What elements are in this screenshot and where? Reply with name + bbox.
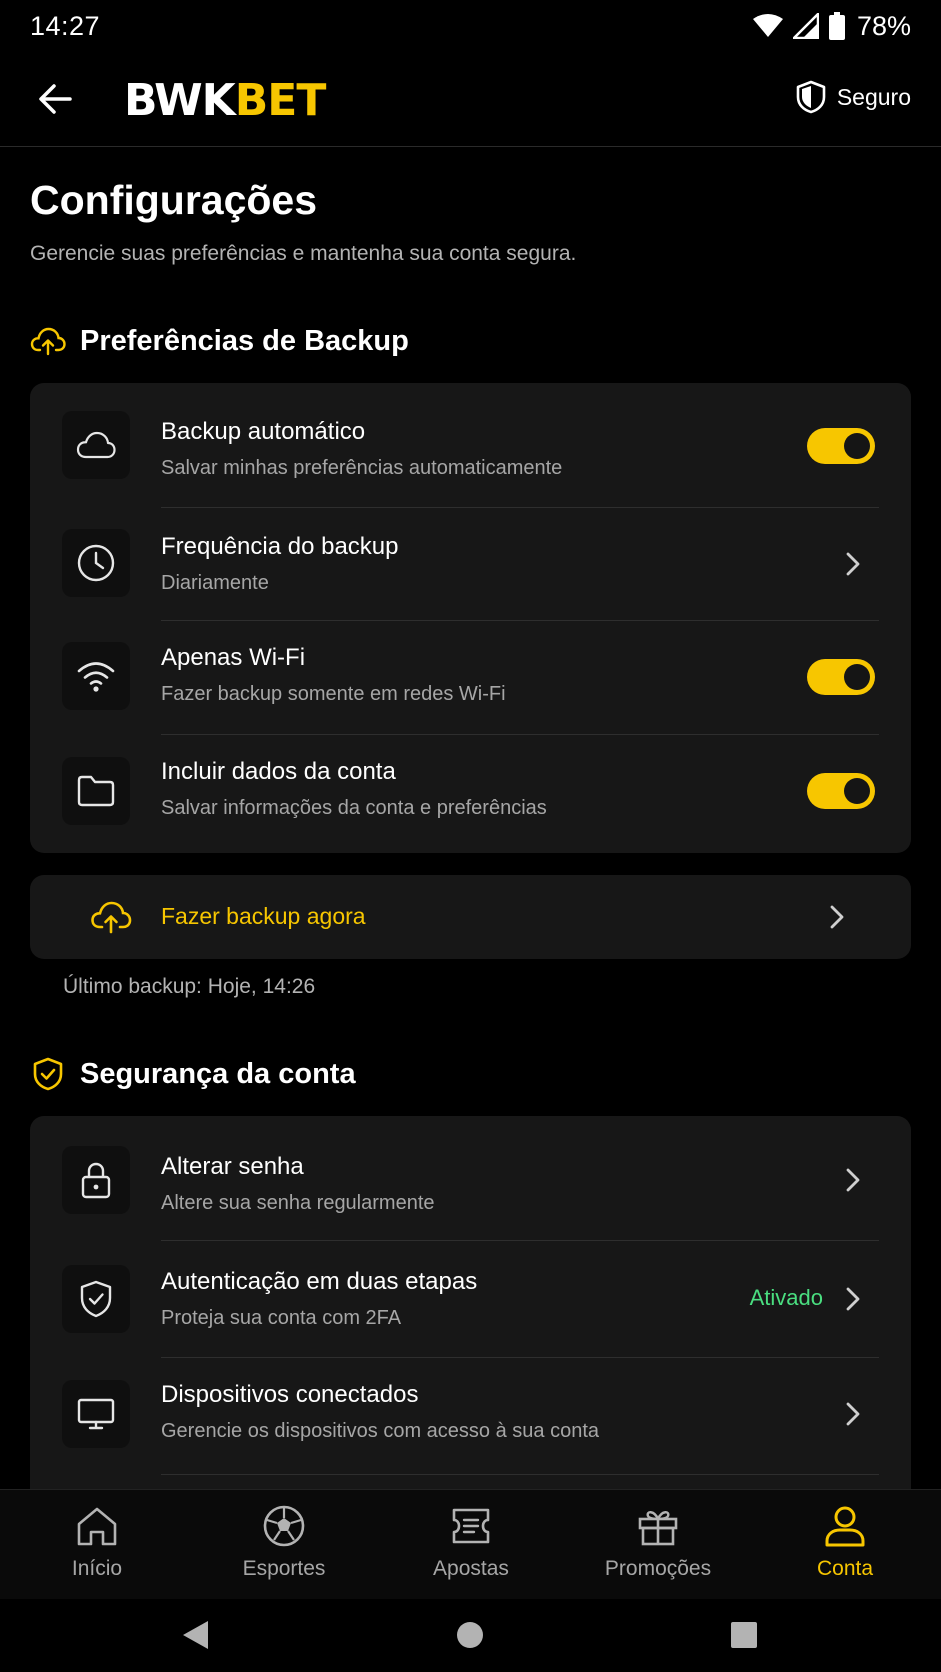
last-backup-text: Último backup: Hoje, 14:26 [63,975,316,998]
backup-frequency-row[interactable]: Frequência do backup Diariamente [30,508,911,620]
row-subtitle: Salvar informações da conta e preferênci… [161,797,547,819]
page-title: Configurações [30,177,318,223]
page-subtitle: Gerencie suas preferências e mantenha su… [30,242,577,265]
row-title: Dispositivos conectados [161,1381,419,1408]
status-time: 14:27 [30,10,101,41]
clock-icon [62,529,130,597]
nav-label: Conta [816,1557,874,1580]
gift-icon [638,1511,678,1546]
logo-text-yellow: BET [234,75,327,126]
wifi-only-toggle[interactable] [807,659,875,695]
ticket-icon [452,1508,490,1544]
row-subtitle: Altere sua senha regularmente [161,1192,435,1214]
backup-now-button[interactable]: Fazer backup agora [30,875,911,959]
battery-percent: 78% [856,10,911,41]
two-factor-text: Autenticação em duas etapas Proteja sua … [161,1267,477,1331]
chevron-right-icon [846,1168,860,1192]
toggle-knob [844,778,870,804]
cell-signal-icon [792,13,819,39]
row-subtitle: Proteja sua conta com 2FA [161,1307,402,1329]
cloud-upload-icon [91,901,132,934]
connected-devices-text: Dispositivos conectados Gerencie os disp… [161,1380,599,1444]
include-account-data-text: Incluir dados da conta Salvar informaçõe… [161,757,547,821]
wifi-signal-icon [752,14,783,38]
wifi-only-row[interactable]: Apenas Wi-Fi Fazer backup somente em red… [30,621,911,734]
change-password-text: Alterar senha Altere sua senha regularme… [161,1152,435,1216]
home-circle-icon[interactable] [456,1621,484,1649]
row-title: Frequência do backup [161,533,399,560]
logo-text-white: BWK [124,75,236,126]
row-subtitle: Diariamente [161,572,269,594]
back-triangle-icon[interactable] [180,1619,210,1651]
nav-label: Apostas [433,1557,509,1580]
secure-label: Seguro [836,83,911,110]
wifi-icon [62,642,130,710]
chevron-right-icon [846,1402,860,1426]
backup-section-header: Preferências de Backup [30,323,409,359]
back-button[interactable] [36,79,76,119]
row-title: Incluir dados da conta [161,758,396,785]
system-nav-bar [0,1599,941,1672]
row-subtitle: Salvar minhas preferências automaticamen… [161,457,563,479]
chevron-right-icon [830,905,844,929]
chevron-right-icon [846,552,860,576]
wifi-only-text: Apenas Wi-Fi Fazer backup somente em red… [161,643,506,707]
home-icon [77,1507,117,1546]
user-icon [825,1506,865,1547]
divider [161,1474,879,1475]
row-title: Backup automático [161,418,366,445]
monitor-icon [62,1380,130,1448]
row-subtitle: Fazer backup somente em redes Wi-Fi [161,683,506,705]
row-title: Alterar senha [161,1153,304,1180]
shield-icon [796,80,826,114]
nav-label: Esportes [242,1557,326,1580]
nav-item-bets[interactable]: Apostas [396,1504,546,1582]
recents-square-icon[interactable] [731,1622,757,1648]
arrow-left-icon [39,84,72,114]
backup-now-label: Fazer backup agora [161,903,366,929]
shield-check-icon [62,1265,130,1333]
soccer-ball-icon [263,1505,305,1547]
two-factor-row[interactable]: Autenticação em duas etapas Proteja sua … [30,1241,911,1357]
backup-section-title: Preferências de Backup [80,325,409,357]
app-header: BWKBET Seguro [0,52,941,147]
status-icons: 78% [752,10,911,42]
cloud-upload-icon [30,327,66,356]
status-badge: Ativado [749,1285,823,1310]
nav-item-account[interactable]: Conta [770,1504,920,1582]
backup-frequency-text: Frequência do backup Diariamente [161,532,399,596]
row-subtitle: Gerencie os dispositivos com acesso à su… [161,1420,599,1442]
security-section-title: Segurança da conta [80,1058,356,1090]
include-account-data-row[interactable]: Incluir dados da conta Salvar informaçõe… [30,735,911,853]
connected-devices-row[interactable]: Dispositivos conectados Gerencie os disp… [30,1358,911,1474]
bottom-nav: Início Esportes Apostas Promoções Conta [0,1489,941,1599]
backup-auto-row[interactable]: Backup automático Salvar minhas preferên… [30,383,911,507]
include-account-data-toggle[interactable] [807,773,875,809]
toggle-knob [844,664,870,690]
backup-auto-toggle[interactable] [807,428,875,464]
brand-logo: BWKBET [124,74,327,128]
row-title: Apenas Wi-Fi [161,644,306,671]
nav-item-sports[interactable]: Esportes [209,1504,359,1582]
cloud-icon [62,411,130,479]
nav-item-promotions[interactable]: Promoções [583,1504,733,1582]
toggle-knob [844,433,870,459]
security-settings-card: Alterar senha Altere sua senha regularme… [30,1116,911,1516]
row-title: Autenticação em duas etapas [161,1268,478,1295]
security-section-header: Segurança da conta [30,1056,356,1092]
secure-indicator[interactable]: Seguro [795,80,911,114]
folder-icon [62,757,130,825]
chevron-right-icon [846,1287,860,1311]
nav-item-home[interactable]: Início [22,1504,172,1582]
shield-check-icon [33,1057,63,1091]
lock-icon [62,1146,130,1214]
status-bar: 14:27 78% [0,0,941,52]
backup-auto-text: Backup automático Salvar minhas preferên… [161,417,562,481]
backup-settings-card: Backup automático Salvar minhas preferên… [30,383,911,853]
battery-icon [828,12,845,40]
change-password-row[interactable]: Alterar senha Altere sua senha regularme… [30,1116,911,1240]
nav-label: Promoções [604,1557,712,1580]
nav-label: Início [71,1557,123,1580]
